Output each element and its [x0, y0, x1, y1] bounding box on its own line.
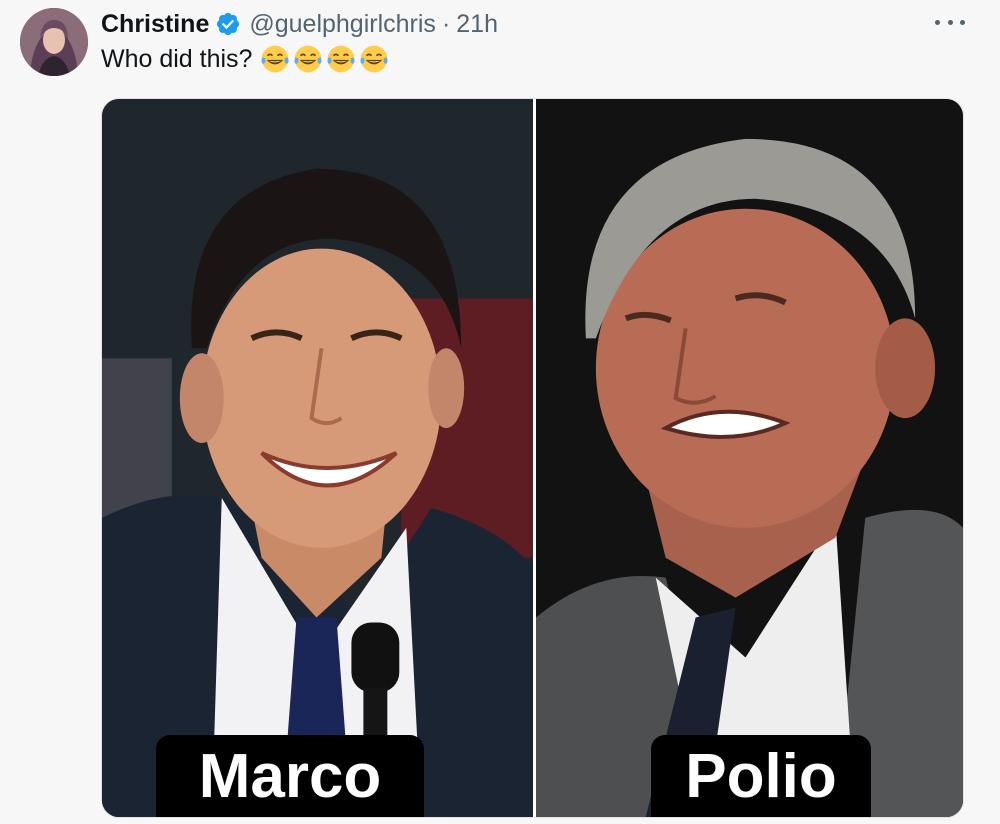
author-handle[interactable]: @guelphgirlchris	[249, 10, 436, 39]
tweet-media[interactable]: Marco Polio	[101, 98, 964, 818]
verified-badge-icon	[217, 12, 240, 36]
media-panel-left[interactable]: Marco	[102, 99, 533, 817]
media-panel-right[interactable]: Polio	[536, 99, 963, 817]
avatar[interactable]	[20, 8, 88, 76]
tears-of-joy-emoji-icon	[327, 45, 356, 73]
more-dot-icon	[947, 19, 953, 25]
tweet-text-body: Who did this?	[101, 44, 253, 73]
tweet[interactable]: Christine @guelphgirlchris · 21h Who did…	[0, 0, 1000, 824]
more-dot-icon	[935, 19, 940, 25]
profile-photo	[20, 8, 88, 76]
tweet-text: Who did this?	[101, 44, 392, 74]
separator-dot: ·	[441, 9, 451, 38]
tears-of-joy-emoji-icon	[294, 45, 323, 73]
portrait-photo-left	[102, 99, 533, 817]
caption-label-right: Polio	[651, 735, 871, 817]
tears-of-joy-emoji-icon	[360, 45, 389, 73]
timestamp[interactable]: 21h	[456, 10, 498, 39]
caption-label-left: Marco	[156, 735, 424, 817]
tears-of-joy-emoji-icon	[261, 45, 290, 73]
portrait-photo-right	[536, 99, 963, 817]
tweet-header: Christine @guelphgirlchris · 21h	[101, 8, 498, 40]
more-dot-icon	[960, 19, 965, 25]
author-name[interactable]: Christine	[101, 10, 209, 39]
more-options-icon[interactable]	[935, 12, 965, 32]
emoji-group	[260, 44, 392, 74]
